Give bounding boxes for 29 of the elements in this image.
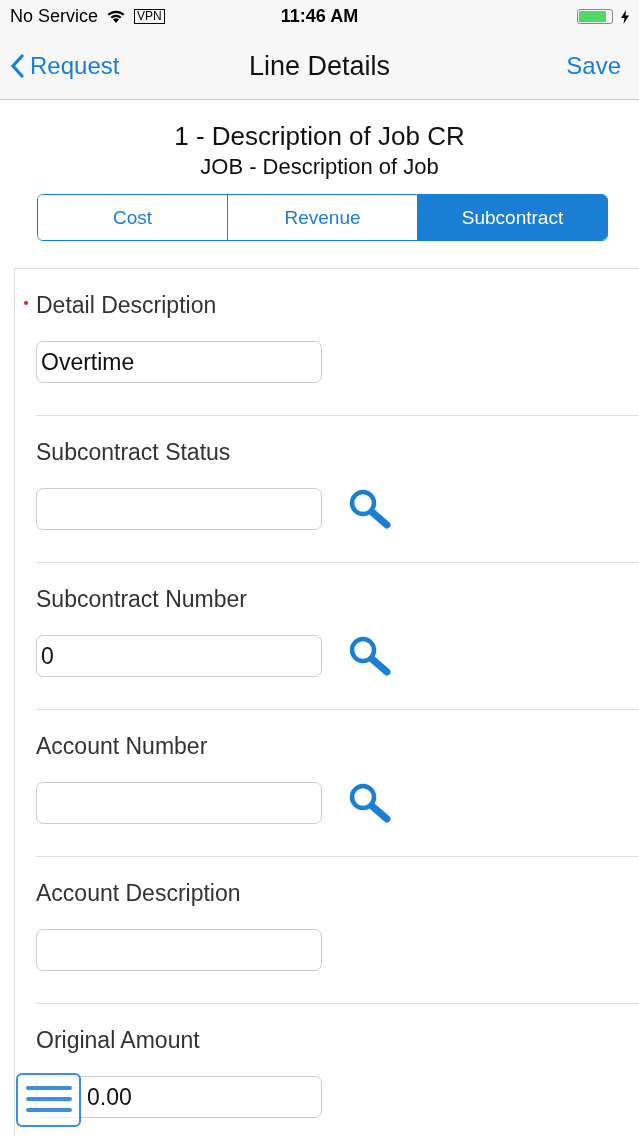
required-dot-icon — [24, 301, 28, 305]
segment-tab[interactable]: Subcontract — [417, 195, 607, 240]
field-label: Subcontract Number — [36, 585, 247, 613]
search-icon[interactable] — [348, 635, 392, 677]
input-field[interactable]: 0 — [36, 635, 322, 677]
input-field[interactable]: 0.00 — [36, 1076, 322, 1118]
menu-button[interactable] — [16, 1073, 81, 1127]
save-button[interactable]: Save — [566, 52, 621, 80]
page-title: Line Details — [247, 50, 392, 82]
search-icon[interactable] — [348, 782, 392, 824]
wifi-icon — [106, 9, 127, 24]
input-field[interactable] — [36, 488, 322, 530]
line-title: 1 - Description of Job CR — [173, 120, 466, 152]
field-label: Subcontract Status — [36, 438, 231, 466]
line-subtitle: JOB - Description of Job — [199, 153, 440, 181]
input-field[interactable]: Overtime — [36, 341, 322, 383]
chevron-left-icon — [10, 53, 24, 79]
back-button[interactable]: Request — [10, 52, 120, 80]
battery-icon — [577, 9, 613, 24]
vpn-badge: VPN — [134, 9, 165, 24]
field-label: Original Amount — [36, 1026, 200, 1054]
field-label: Detail Description — [36, 291, 217, 319]
search-icon[interactable] — [348, 488, 392, 530]
input-field[interactable] — [36, 782, 322, 824]
field-label: Account Description — [36, 879, 241, 907]
field-label: Account Number — [36, 732, 208, 760]
input-field[interactable] — [36, 929, 322, 971]
carrier-text: No Service — [10, 6, 99, 27]
clock-text: 11:46 AM — [279, 6, 360, 27]
